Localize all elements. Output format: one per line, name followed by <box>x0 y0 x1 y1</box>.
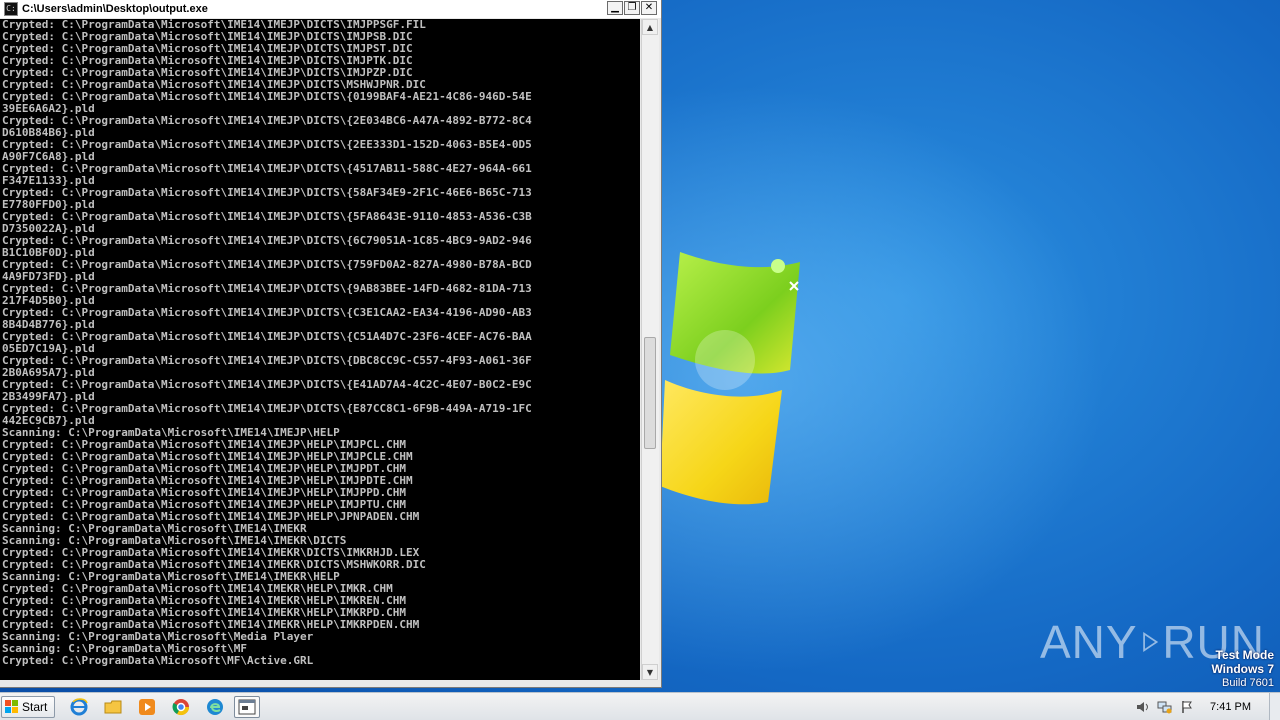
window-titlebar[interactable]: C: C:\Users\admin\Desktop\output.exe ▁ ❐… <box>0 0 661 18</box>
windows-flag-icon <box>5 700 19 714</box>
minimize-button[interactable]: ▁ <box>607 1 623 15</box>
scroll-up-button[interactable]: ▲ <box>642 19 658 35</box>
console-line: Crypted: C:\ProgramData\Microsoft\IME14\… <box>2 258 532 271</box>
restore-button[interactable]: ❐ <box>624 1 640 15</box>
taskbar: Start 7:41 PM <box>0 692 1280 720</box>
console-line: Crypted: C:\ProgramData\Microsoft\IME14\… <box>2 234 532 247</box>
console-line: Crypted: C:\ProgramData\Microsoft\MF\Act… <box>2 654 314 667</box>
close-icon: ✕ <box>644 2 654 13</box>
speaker-icon[interactable] <box>1134 698 1152 716</box>
close-button[interactable]: ✕ <box>641 1 657 15</box>
scroll-down-button[interactable]: ▼ <box>642 664 658 680</box>
console-line: Crypted: C:\ProgramData\Microsoft\IME14\… <box>2 330 532 343</box>
scroll-up-icon: ▲ <box>646 22 654 32</box>
edge-icon[interactable] <box>202 696 228 718</box>
console-lines: Crypted: C:\ProgramData\Microsoft\IME14\… <box>0 19 640 667</box>
console-icon[interactable]: C: <box>4 2 18 16</box>
watermark-build: Build 7601 <box>1222 677 1274 689</box>
console-line: Crypted: C:\ProgramData\Microsoft\IME14\… <box>2 210 532 223</box>
anyrun-text-left: ANY <box>1040 616 1138 668</box>
action-center-flag-icon[interactable] <box>1178 698 1196 716</box>
taskbar-clock[interactable]: 7:41 PM <box>1210 701 1251 713</box>
console-line: Crypted: C:\ProgramData\Microsoft\IME14\… <box>2 162 532 175</box>
start-button[interactable]: Start <box>1 696 55 718</box>
chrome-icon[interactable] <box>168 696 194 718</box>
vertical-scrollbar[interactable]: ▲ ▼ <box>641 19 659 680</box>
console-line: Crypted: C:\ProgramData\Microsoft\IME14\… <box>2 282 532 295</box>
watermark-test-mode: Test Mode <box>1215 648 1274 662</box>
console-app-icon[interactable] <box>234 696 260 718</box>
windows-logo-wallpaper <box>660 252 800 505</box>
network-icon[interactable] <box>1156 698 1174 716</box>
media-player-icon[interactable] <box>134 696 160 718</box>
window-title: C:\Users\admin\Desktop\output.exe <box>22 3 208 15</box>
console-line: Crypted: C:\ProgramData\Microsoft\IME14\… <box>2 354 532 367</box>
watermark-os: Windows 7 <box>1211 662 1274 676</box>
console-line: Crypted: C:\ProgramData\Microsoft\IME14\… <box>2 186 532 199</box>
console-line: Crypted: C:\ProgramData\Microsoft\IME14\… <box>2 402 532 415</box>
console-window: C: C:\Users\admin\Desktop\output.exe ▁ ❐… <box>0 0 662 688</box>
file-explorer-icon[interactable] <box>100 696 126 718</box>
console-line: Crypted: C:\ProgramData\Microsoft\IME14\… <box>2 138 532 151</box>
internet-explorer-icon[interactable] <box>66 696 92 718</box>
window-controls: ▁ ❐ ✕ <box>607 1 657 15</box>
system-tray: 7:41 PM <box>1132 693 1280 720</box>
start-label: Start <box>22 700 48 714</box>
scroll-down-icon: ▼ <box>646 667 654 677</box>
console-output[interactable]: Crypted: C:\ProgramData\Microsoft\IME14\… <box>0 19 640 680</box>
play-icon <box>1142 632 1158 652</box>
console-line: Crypted: C:\ProgramData\Microsoft\IME14\… <box>2 90 532 103</box>
test-mode-watermark: Test Mode Windows 7 Build 7601 <box>1211 648 1274 690</box>
restore-icon: ❐ <box>627 2 637 13</box>
console-line: Crypted: C:\ProgramData\Microsoft\IME14\… <box>2 378 532 391</box>
minimize-icon: ▁ <box>611 2 619 13</box>
console-line: Crypted: C:\ProgramData\Microsoft\IME14\… <box>2 114 532 127</box>
scrollbar-thumb[interactable] <box>644 337 656 449</box>
show-desktop-button[interactable] <box>1269 693 1280 720</box>
console-line: Crypted: C:\ProgramData\Microsoft\IME14\… <box>2 306 532 319</box>
